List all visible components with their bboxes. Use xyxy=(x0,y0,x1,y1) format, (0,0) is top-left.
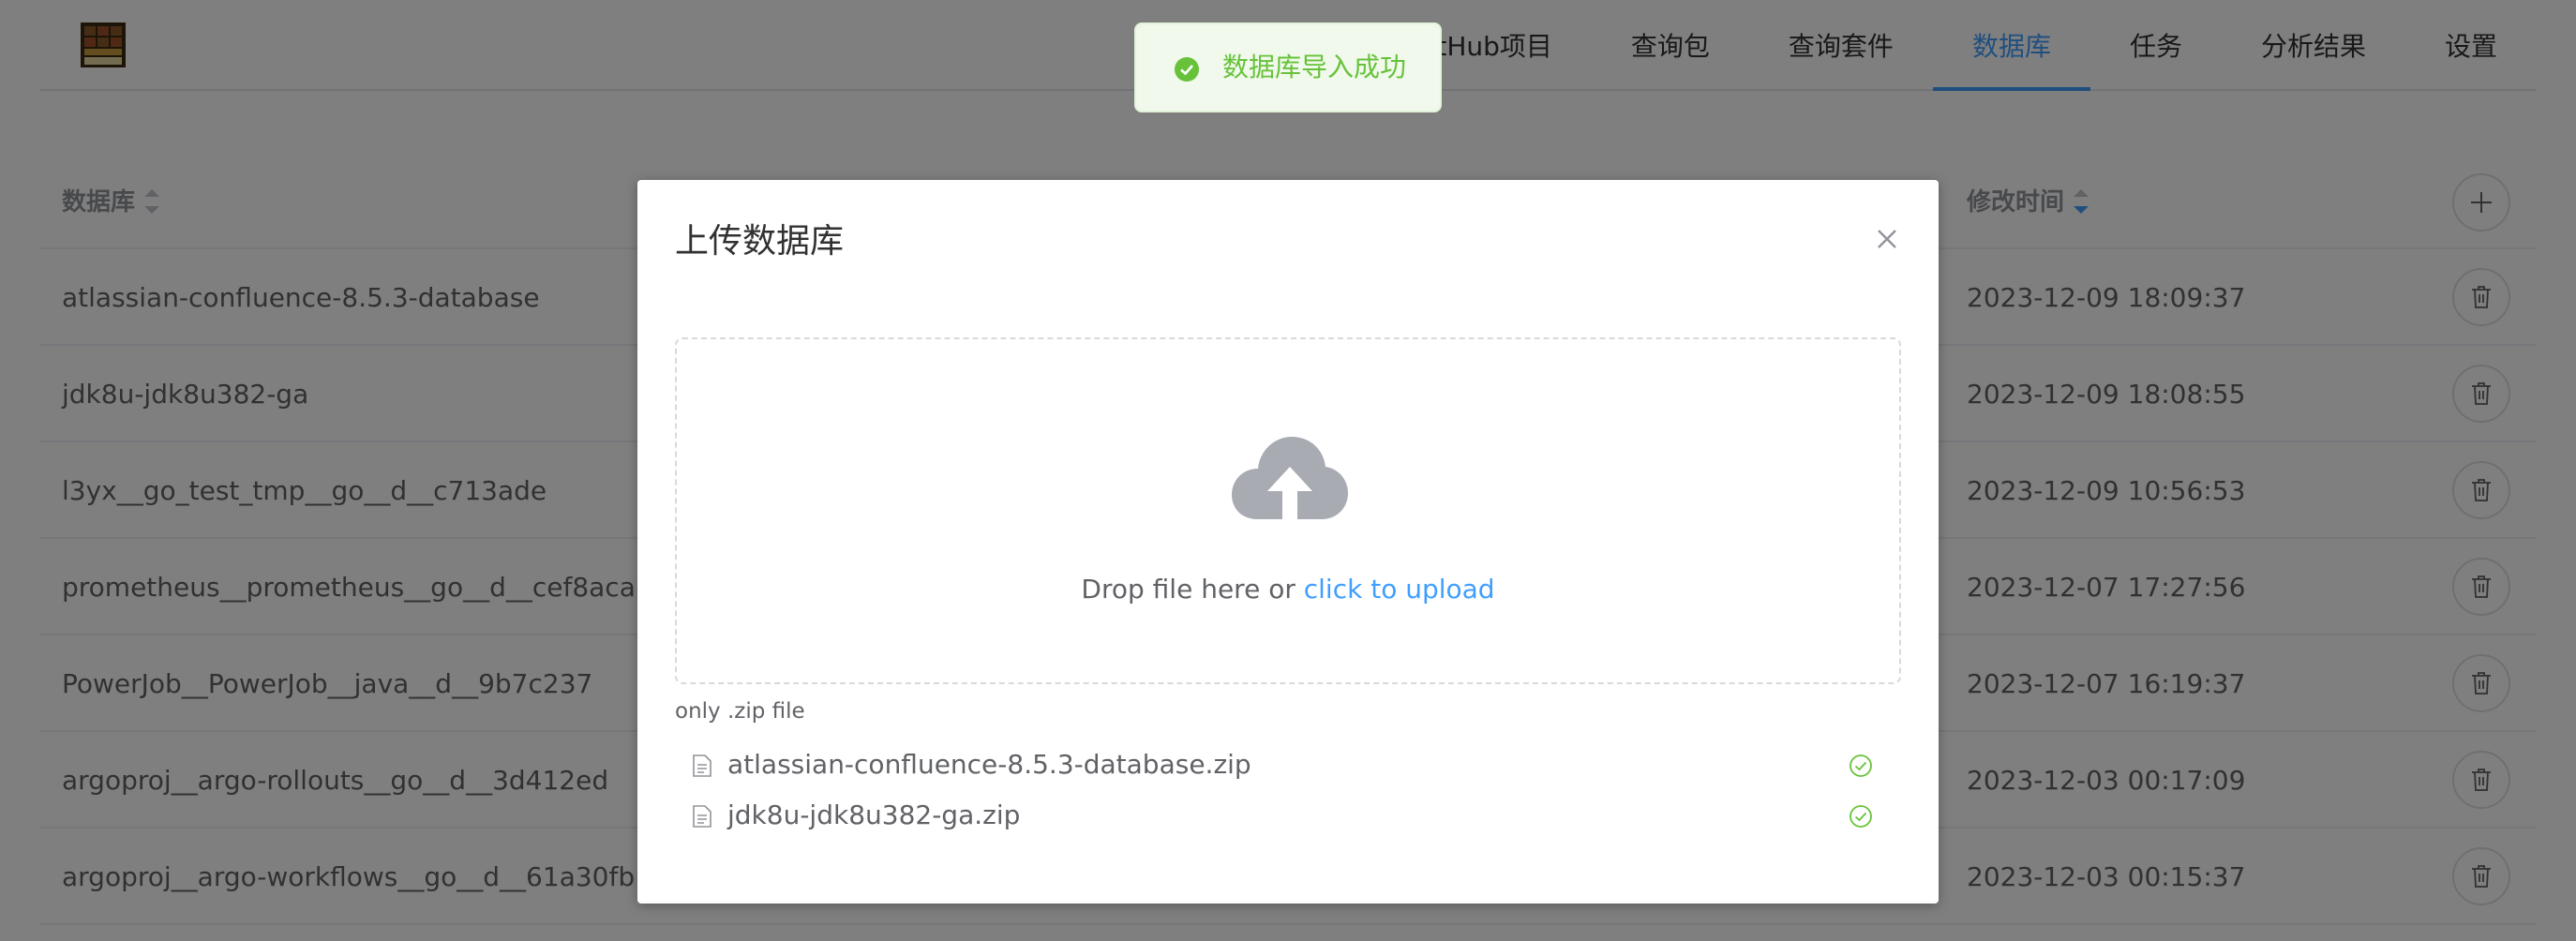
upload-file-item[interactable]: atlassian-confluence-8.5.3-database.zip xyxy=(675,742,1901,787)
upload-dropzone[interactable]: Drop file here or click to upload xyxy=(675,337,1901,684)
close-icon[interactable] xyxy=(1873,225,1901,253)
dialog-title: 上传数据库 xyxy=(675,222,845,261)
drop-text: Drop file here or xyxy=(1081,574,1295,605)
app-root: GitHub项目 查询包 查询套件 数据库 任务 分析结果 设置 数据库 修改时… xyxy=(0,0,2576,941)
document-icon xyxy=(693,754,711,777)
circle-check-icon xyxy=(1175,57,1199,82)
success-toast: 数据库导入成功 xyxy=(1134,22,1442,112)
circle-check-icon xyxy=(1850,805,1872,828)
circle-check-icon xyxy=(1850,754,1872,777)
upload-file-name: jdk8u-jdk8u382-ga.zip xyxy=(727,799,1021,830)
upload-cloud-icon xyxy=(1232,437,1348,519)
upload-file-name: atlassian-confluence-8.5.3-database.zip xyxy=(727,749,1251,780)
toast-message: 数据库导入成功 xyxy=(1222,52,1407,82)
upload-file-item[interactable]: jdk8u-jdk8u382-ga.zip xyxy=(675,793,1901,838)
upload-database-dialog: 上传数据库 Drop file here or click to upload … xyxy=(637,180,1939,904)
dropzone-text: Drop file here or click to upload xyxy=(677,574,1899,605)
click-to-upload-link[interactable]: click to upload xyxy=(1304,574,1495,605)
upload-tip: only .zip file xyxy=(675,699,805,724)
document-icon xyxy=(693,805,711,828)
